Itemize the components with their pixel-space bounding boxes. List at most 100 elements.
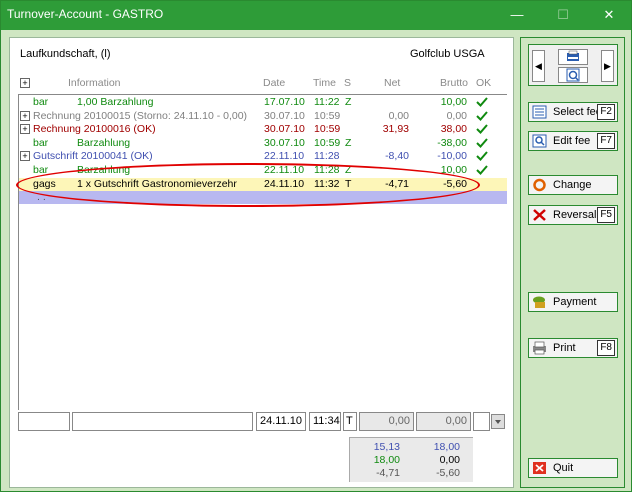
prev-button[interactable]: ◀: [532, 50, 545, 82]
turnover-account-window: Turnover-Account - GASTRO — ☐ ✕ Laufkund…: [0, 0, 632, 492]
change-button[interactable]: Change: [528, 175, 618, 195]
new-entry-row[interactable]: . .: [19, 191, 507, 205]
print-label: Print: [553, 342, 576, 354]
ok-check-icon: [476, 110, 488, 121]
row-information: Barzahlung: [77, 164, 131, 176]
select-fee-label: Select fee: [553, 106, 602, 118]
fee-list-icon: [532, 105, 547, 119]
time-input[interactable]: 11:34: [309, 412, 341, 431]
row-time: 11:22: [314, 96, 340, 108]
brutto-input[interactable]: 0,00: [416, 412, 471, 431]
close-button[interactable]: ✕: [599, 5, 619, 25]
text-input[interactable]: [72, 412, 253, 431]
table-row[interactable]: + Rechnung 20100015 (Storno: 24.11.10 - 0…: [19, 110, 507, 123]
totals-panel: 15,13 18,00 18,00 0,00 -4,71 -5,60: [349, 437, 473, 482]
row-expand-button[interactable]: +: [20, 110, 30, 121]
row-information: 1,00 Barzahlung: [77, 96, 154, 108]
row-date: 22.11.10: [264, 150, 305, 163]
col-s[interactable]: S: [344, 77, 351, 89]
row-expand-button[interactable]: +: [20, 124, 30, 135]
total-net-1: 15,13: [373, 441, 400, 453]
row-date: 30.07.10: [264, 136, 305, 149]
table-row[interactable]: + Rechnung 20100016 (OK) 30.07.10 10:59 31,9…: [19, 123, 507, 136]
minimize-button[interactable]: —: [507, 5, 527, 25]
row-net: 0,00: [388, 109, 409, 122]
edit-fee-shortcut: F7: [597, 133, 615, 149]
print-button[interactable]: Print F8: [528, 338, 618, 358]
row-status: T: [345, 177, 352, 190]
row-brutto: -38,00: [437, 136, 467, 149]
account-panel: Laufkundschaft, (l) Golfclub USGA + Info…: [9, 37, 514, 488]
reversal-button[interactable]: Reversal F5: [528, 205, 618, 225]
row-date: 24.11.10: [264, 177, 305, 190]
chevron-down-icon: [495, 420, 501, 424]
payment-icon: [533, 296, 545, 308]
row-brutto: 10,00: [440, 164, 467, 176]
next-button[interactable]: ▶: [601, 50, 614, 82]
change-label: Change: [553, 179, 592, 191]
col-net[interactable]: Net: [384, 77, 400, 89]
row-net: 31,93: [382, 123, 409, 136]
row-information: 1 x Gutschrift Gastronomieverzehr: [77, 177, 237, 190]
row-brutto: 10,00: [440, 96, 467, 108]
edit-fee-button[interactable]: Edit fee F7: [528, 131, 618, 151]
ok-select[interactable]: [473, 412, 490, 431]
reversal-label: Reversal: [553, 209, 597, 221]
row-brutto: 0,00: [446, 109, 467, 122]
col-brutto[interactable]: Brutto: [440, 77, 468, 89]
edit-icon: [532, 134, 547, 148]
table-row[interactable]: bar Barzahlung 22.11.10 11:28 Z 10,00: [19, 164, 507, 177]
row-account: bar: [33, 136, 49, 149]
transaction-list[interactable]: bar 1,00 Barzahlung 17.07.10 11:22 Z 10,00 + Re…: [18, 94, 507, 410]
s-input[interactable]: T: [343, 412, 357, 431]
customer-name: Laufkundschaft, (l): [20, 48, 111, 60]
code-input[interactable]: [18, 412, 70, 431]
ok-check-icon: [476, 124, 488, 135]
maximize-button[interactable]: ☐: [553, 5, 573, 25]
action-sidebar: ◀ ▶ Select fee F2 Edit fee F7 Change Rev…: [520, 37, 625, 488]
row-status: Z: [345, 136, 352, 149]
club-name: Golfclub USGA: [410, 48, 485, 60]
table-row[interactable]: + Gutschrift 20100041 (OK) 22.11.10 11:28 -8…: [19, 150, 507, 163]
col-ok[interactable]: OK: [476, 77, 491, 89]
search-record-button[interactable]: [558, 67, 588, 83]
total-net-3: -4,71: [376, 467, 400, 479]
total-net-2: 18,00: [373, 454, 400, 466]
table-row[interactable]: bar Barzahlung 30.07.10 10:59 Z -38,00: [19, 137, 507, 150]
row-date: 22.11.10: [264, 164, 305, 176]
dropdown-button[interactable]: [491, 414, 505, 429]
select-fee-shortcut: F2: [597, 104, 615, 120]
row-net: -4,71: [385, 177, 409, 190]
table-row[interactable]: bar 1,00 Barzahlung 17.07.10 11:22 Z 10,00: [19, 96, 507, 109]
quit-label: Quit: [553, 462, 574, 474]
quit-icon: [533, 462, 546, 474]
row-time: 11:28: [314, 150, 340, 163]
row-time: 10:59: [314, 136, 341, 149]
select-fee-button[interactable]: Select fee F2: [528, 102, 618, 122]
expand-all-button[interactable]: +: [20, 78, 30, 88]
row-information: Rechnung 20100016 (OK): [33, 123, 156, 136]
row-net: -8,40: [385, 150, 409, 163]
row-time: 11:28: [314, 164, 340, 176]
window-title: Turnover-Account - GASTRO: [7, 7, 164, 21]
row-account: bar: [33, 164, 49, 176]
col-date[interactable]: Date: [263, 77, 285, 89]
row-information: Barzahlung: [77, 136, 131, 149]
print-preview-button[interactable]: [558, 49, 588, 65]
col-time[interactable]: Time: [313, 77, 336, 89]
magnifier-icon: [566, 68, 580, 82]
col-information[interactable]: Information: [68, 77, 121, 89]
quit-button[interactable]: Quit: [528, 458, 618, 478]
title-bar: Turnover-Account - GASTRO — ☐ ✕: [1, 1, 631, 30]
row-time: 10:59: [314, 109, 341, 122]
date-input[interactable]: 24.11.10: [256, 412, 306, 431]
row-information: Gutschrift 20100041 (OK): [33, 150, 153, 163]
total-brutto-2: 0,00: [439, 454, 460, 466]
table-row[interactable]: gags 1 x Gutschrift Gastronomieverzehr 24.…: [19, 177, 507, 191]
net-input[interactable]: 0,00: [359, 412, 414, 431]
row-date: 17.07.10: [264, 96, 305, 108]
payment-button[interactable]: Payment: [528, 292, 618, 312]
ok-check-icon: [476, 151, 488, 162]
row-expand-button[interactable]: +: [20, 151, 30, 162]
printer-icon: [567, 50, 579, 61]
